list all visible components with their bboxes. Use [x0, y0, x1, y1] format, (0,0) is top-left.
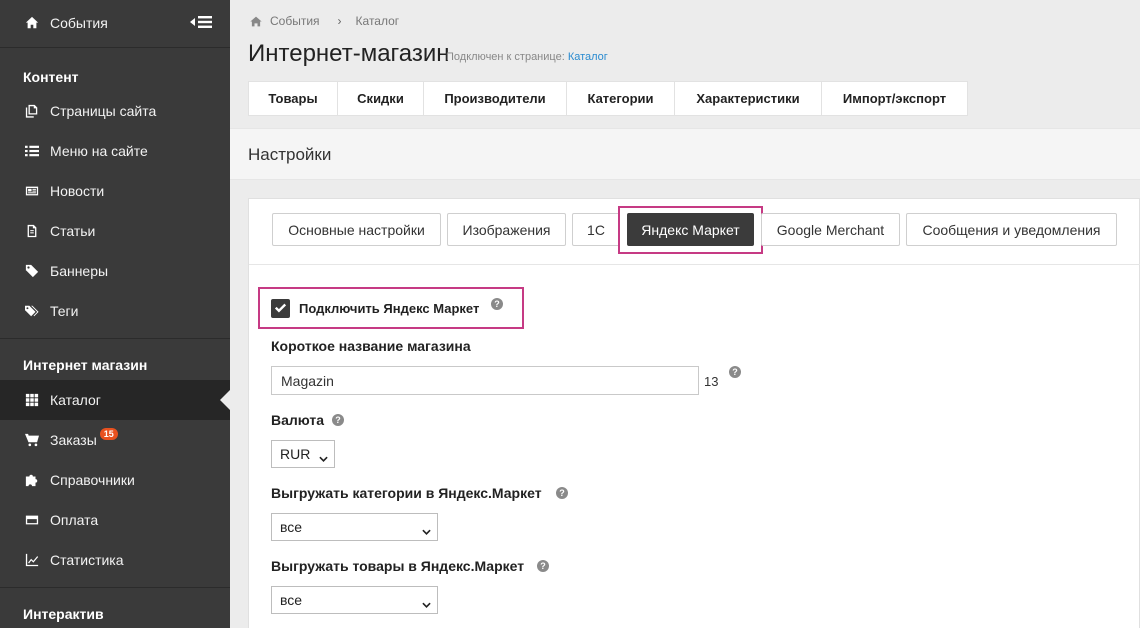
tab-products[interactable]: Товары — [249, 82, 338, 115]
sidebar-item-label: Страницы сайта — [50, 103, 157, 119]
sidebar-item-menu[interactable]: Меню на сайте — [0, 131, 230, 171]
export-categories-select[interactable]: все — [271, 513, 438, 541]
grid-icon — [23, 392, 41, 408]
sidebar-item-tags[interactable]: Теги — [0, 291, 230, 331]
help-icon[interactable]: ? — [729, 366, 741, 378]
chevron-down-icon — [422, 523, 431, 539]
sidebar-item-label: Статьи — [50, 223, 96, 239]
sidebar-item-payment[interactable]: Оплата — [0, 500, 230, 540]
settings-header: Настройки — [230, 128, 1140, 180]
tab-import-export[interactable]: Импорт/экспорт — [822, 82, 967, 115]
sidebar-divider — [0, 338, 230, 339]
puzzle-icon — [23, 472, 41, 488]
chevron-down-icon — [422, 596, 431, 612]
connected-page-info: Подключен к странице: Каталог — [446, 51, 608, 63]
connected-page-link[interactable]: Каталог — [568, 51, 608, 63]
list-icon — [23, 143, 41, 159]
newspaper-icon — [23, 183, 41, 199]
subtab-images[interactable]: Изображения — [447, 213, 566, 246]
sidebar-item-label: Каталог — [50, 392, 101, 408]
page-title: Интернет-магазин — [248, 40, 450, 67]
tab-categories[interactable]: Категории — [567, 82, 675, 115]
subtab-google-merchant[interactable]: Google Merchant — [761, 213, 900, 246]
sidebar-section-shop: Интернет магазин — [23, 357, 148, 373]
breadcrumb: События › Каталог — [250, 14, 399, 28]
home-icon — [23, 15, 41, 31]
currency-select-value: RUR — [280, 446, 311, 462]
line-chart-icon — [23, 552, 41, 568]
help-icon[interactable]: ? — [491, 298, 503, 310]
enable-yandex-market-checkbox[interactable] — [271, 299, 290, 318]
export-products-label: Выгружать товары в Яндекс.Маркет — [271, 558, 525, 574]
sidebar-item-orders[interactable]: Заказы 15 — [0, 420, 230, 460]
orders-count-badge: 15 — [99, 428, 118, 440]
sidebar-item-label: Теги — [50, 303, 79, 319]
settings-title: Настройки — [248, 145, 332, 164]
tab-characteristics[interactable]: Характеристики — [675, 82, 822, 115]
sidebar-divider — [0, 47, 230, 48]
chevron-down-icon — [319, 450, 328, 466]
sidebar-section-interactive: Интерактив — [23, 606, 104, 622]
sidebar-item-pages[interactable]: Страницы сайта — [0, 91, 230, 131]
shop-name-label: Короткое название магазина — [271, 338, 471, 354]
document-icon — [23, 223, 41, 239]
highlight-frame-yandex-tab — [618, 206, 763, 254]
sidebar-item-statistics[interactable]: Статистика — [0, 540, 230, 580]
tag-icon — [23, 263, 41, 279]
tab-discounts[interactable]: Скидки — [338, 82, 424, 115]
check-icon — [274, 303, 287, 313]
sidebar-item-label: Баннеры — [50, 263, 109, 279]
sidebar-item-label: Статистика — [50, 552, 124, 568]
shop-name-char-count: 13 — [704, 374, 719, 389]
breadcrumb-current: Каталог — [355, 14, 400, 28]
sidebar-item-label: События — [50, 15, 108, 31]
export-products-select[interactable]: все — [271, 586, 438, 614]
export-products-value: все — [280, 592, 303, 608]
sidebar-item-banners[interactable]: Баннеры — [0, 251, 230, 291]
credit-card-icon — [23, 512, 41, 528]
home-icon — [250, 16, 262, 26]
sidebar-item-news[interactable]: Новости — [0, 171, 230, 211]
sidebar-item-catalog[interactable]: Каталог — [0, 380, 230, 420]
sidebar-item-label: Оплата — [50, 512, 99, 528]
currency-label: Валюта — [271, 412, 325, 428]
export-categories-value: все — [280, 519, 303, 535]
subtabs-divider — [249, 264, 1140, 265]
sidebar-item-label: Заказы — [50, 432, 97, 448]
pages-icon — [23, 103, 41, 119]
sidebar-item-label: Меню на сайте — [50, 143, 148, 159]
help-icon[interactable]: ? — [537, 560, 549, 572]
connected-prefix: Подключен к странице: — [446, 51, 565, 63]
breadcrumb-home-link[interactable]: События — [270, 14, 320, 28]
subtab-notifications[interactable]: Сообщения и уведомления — [906, 213, 1117, 246]
sidebar-section-content: Контент — [23, 69, 79, 85]
sidebar: События Контент Страницы сайта Меню на с… — [0, 0, 230, 628]
sidebar-item-label: Справочники — [50, 472, 135, 488]
breadcrumb-separator-icon: › — [337, 14, 342, 28]
collapse-menu-icon — [190, 16, 212, 28]
shop-name-input[interactable] — [271, 366, 699, 395]
tags-icon — [23, 303, 41, 319]
tab-manufacturers[interactable]: Производители — [424, 82, 567, 115]
sidebar-item-articles[interactable]: Статьи — [0, 211, 230, 251]
sidebar-divider — [0, 587, 230, 588]
sidebar-item-label: Новости — [50, 183, 105, 199]
help-icon[interactable]: ? — [332, 414, 344, 426]
collapse-sidebar-button[interactable] — [190, 15, 214, 29]
cart-icon — [23, 432, 41, 448]
enable-yandex-market-label[interactable]: Подключить Яндекс Маркет — [299, 301, 479, 316]
sidebar-item-directories[interactable]: Справочники — [0, 460, 230, 500]
currency-select[interactable]: RUR — [271, 440, 335, 468]
subtab-1c[interactable]: 1С — [572, 213, 620, 246]
export-categories-label: Выгружать категории в Яндекс.Маркет — [271, 485, 542, 501]
catalog-tabs: Товары Скидки Производители Категории Ха… — [248, 81, 968, 116]
help-icon[interactable]: ? — [556, 487, 568, 499]
subtab-general-settings[interactable]: Основные настройки — [272, 213, 441, 246]
